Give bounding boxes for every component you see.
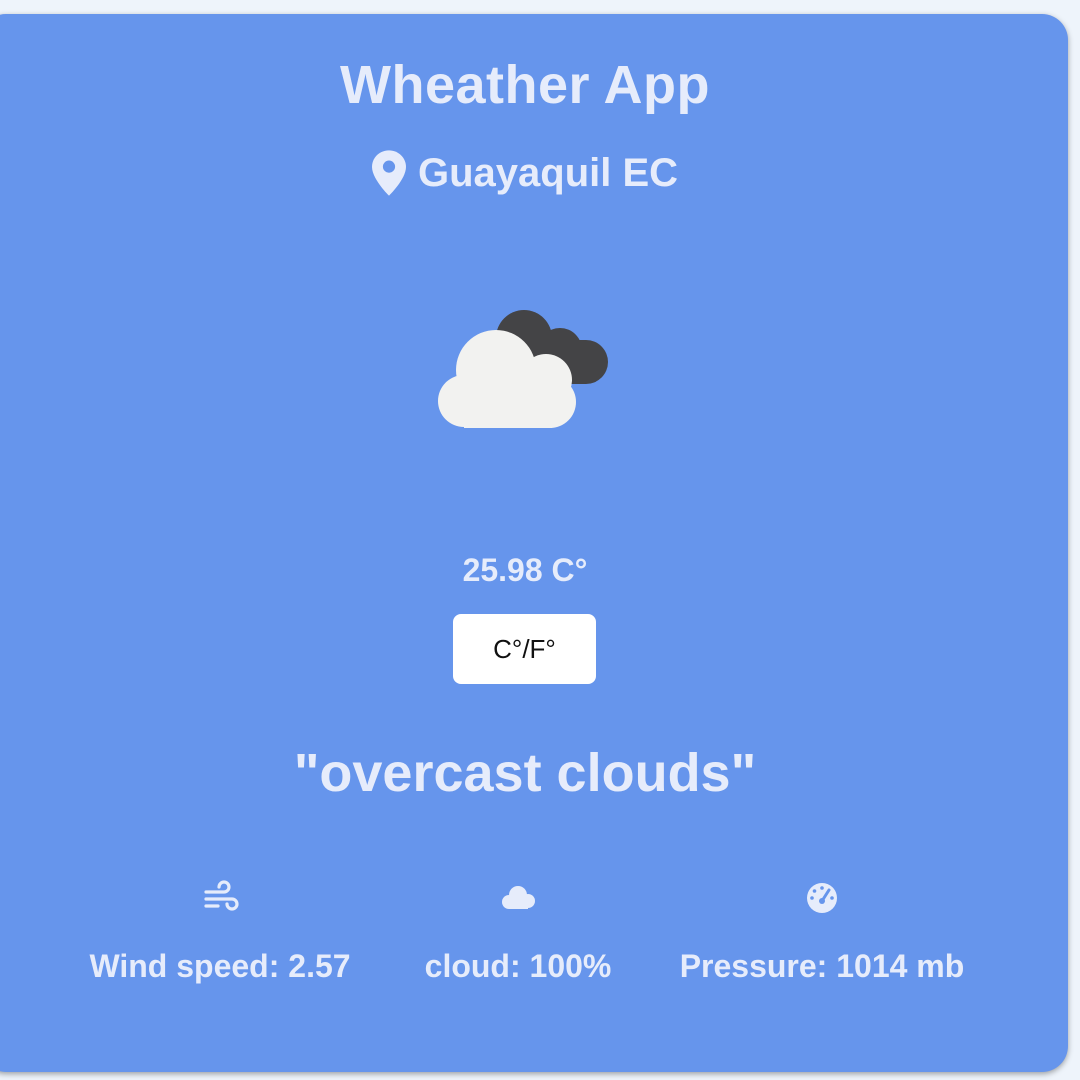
- unit-toggle-button[interactable]: C°/F°: [453, 614, 596, 684]
- location-label: Guayaquil EC: [417, 150, 679, 195]
- overcast-clouds-icon: [438, 310, 608, 428]
- wind-speed-stat: Wind speed: 2.57: [70, 878, 370, 985]
- weather-description: "overcast clouds": [293, 743, 757, 803]
- weather-card: Wheather App Guayaquil EC 25.98 C° C°/F°…: [0, 14, 1068, 1072]
- pressure-stat: Pressure: 1014 mb: [662, 878, 982, 985]
- location: Guayaquil EC: [0, 150, 1070, 196]
- location-pin-icon: [371, 150, 406, 196]
- pressure-label: Pressure: 1014 mb: [679, 948, 965, 984]
- wind-icon: [204, 880, 239, 911]
- wind-speed-label: Wind speed: 2.57: [89, 948, 351, 984]
- cloud-label: cloud: 100%: [424, 948, 612, 984]
- app-title: Wheather App: [340, 55, 710, 115]
- cloud-stat: cloud: 100%: [408, 878, 628, 985]
- temperature: 25.98 C°: [462, 552, 588, 588]
- gauge-icon: [807, 883, 837, 913]
- cloud-icon: [502, 886, 535, 909]
